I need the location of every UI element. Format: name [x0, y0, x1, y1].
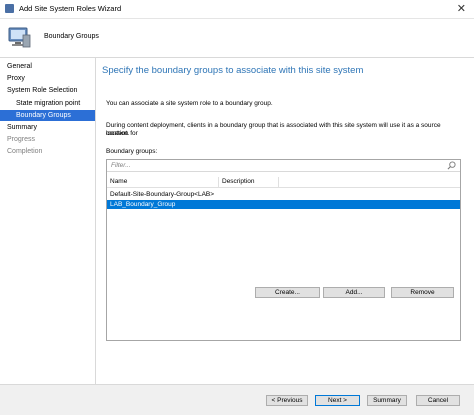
- computer-icon: [8, 27, 31, 48]
- cancel-button[interactable]: Cancel: [416, 395, 460, 406]
- nav-item-progress: Progress: [0, 134, 95, 145]
- previous-button[interactable]: < Previous: [266, 395, 308, 406]
- nav-item-completion: Completion: [0, 146, 95, 157]
- wizard-header: Boundary Groups: [0, 19, 474, 58]
- column-divider[interactable]: [218, 177, 219, 187]
- nav-item-label: Summary: [7, 124, 37, 131]
- app-icon: [5, 4, 14, 13]
- search-icon[interactable]: [447, 161, 456, 170]
- filter-input[interactable]: Filter...: [107, 160, 460, 172]
- nav-item-label: General: [7, 63, 32, 70]
- intro-text: You can associate a site system role to …: [106, 100, 273, 107]
- wizard-nav: General Proxy System Role Selection Stat…: [0, 58, 96, 384]
- nav-item-label: Proxy: [7, 75, 25, 82]
- nav-item-label: System Role Selection: [7, 87, 78, 94]
- nav-item-general[interactable]: General: [0, 61, 95, 72]
- nav-item-label: State migration point: [16, 100, 81, 107]
- nav-item-system-role-selection[interactable]: System Role Selection: [0, 85, 95, 96]
- column-name[interactable]: Name: [110, 178, 127, 185]
- nav-item-boundary-groups[interactable]: Boundary Groups: [0, 110, 95, 121]
- description-line-2: content.: [106, 130, 130, 137]
- column-description[interactable]: Description: [222, 178, 255, 185]
- add-button[interactable]: Add...: [323, 287, 385, 298]
- column-divider[interactable]: [278, 177, 279, 187]
- remove-button[interactable]: Remove: [391, 287, 454, 298]
- wizard-page-title: Boundary Groups: [44, 33, 99, 40]
- wizard-content: Specify the boundary groups to associate…: [96, 58, 474, 384]
- nav-item-label: Completion: [7, 148, 43, 155]
- content-heading: Specify the boundary groups to associate…: [102, 65, 364, 76]
- close-icon[interactable]: ✕: [457, 2, 466, 15]
- boundary-groups-list[interactable]: Filter... Name Description Default-Site-…: [106, 159, 461, 341]
- boundary-groups-label: Boundary groups:: [106, 148, 158, 155]
- nav-item-label: Progress: [7, 136, 36, 143]
- list-item-selected[interactable]: LAB_Boundary_Group: [107, 200, 460, 209]
- filter-placeholder: Filter...: [111, 162, 131, 169]
- summary-button[interactable]: Summary: [367, 395, 407, 406]
- create-button[interactable]: Create...: [255, 287, 320, 298]
- window-titlebar: Add Site System Roles Wizard ✕: [0, 0, 474, 19]
- nav-item-proxy[interactable]: Proxy: [0, 73, 95, 84]
- nav-item-state-migration-point[interactable]: State migration point: [0, 98, 95, 109]
- list-item[interactable]: Default-Site-Boundary-Group<LAB>: [107, 190, 460, 199]
- list-item-name: Default-Site-Boundary-Group<LAB>: [110, 191, 215, 198]
- list-item-name: LAB_Boundary_Group: [110, 201, 176, 208]
- next-button[interactable]: Next >: [315, 395, 360, 406]
- nav-item-summary[interactable]: Summary: [0, 122, 95, 133]
- wizard-footer: < Previous Next > Summary Cancel: [0, 384, 474, 415]
- list-column-header: Name Description: [107, 177, 460, 188]
- window-title: Add Site System Roles Wizard: [19, 4, 122, 13]
- nav-item-label: Boundary Groups: [16, 112, 71, 119]
